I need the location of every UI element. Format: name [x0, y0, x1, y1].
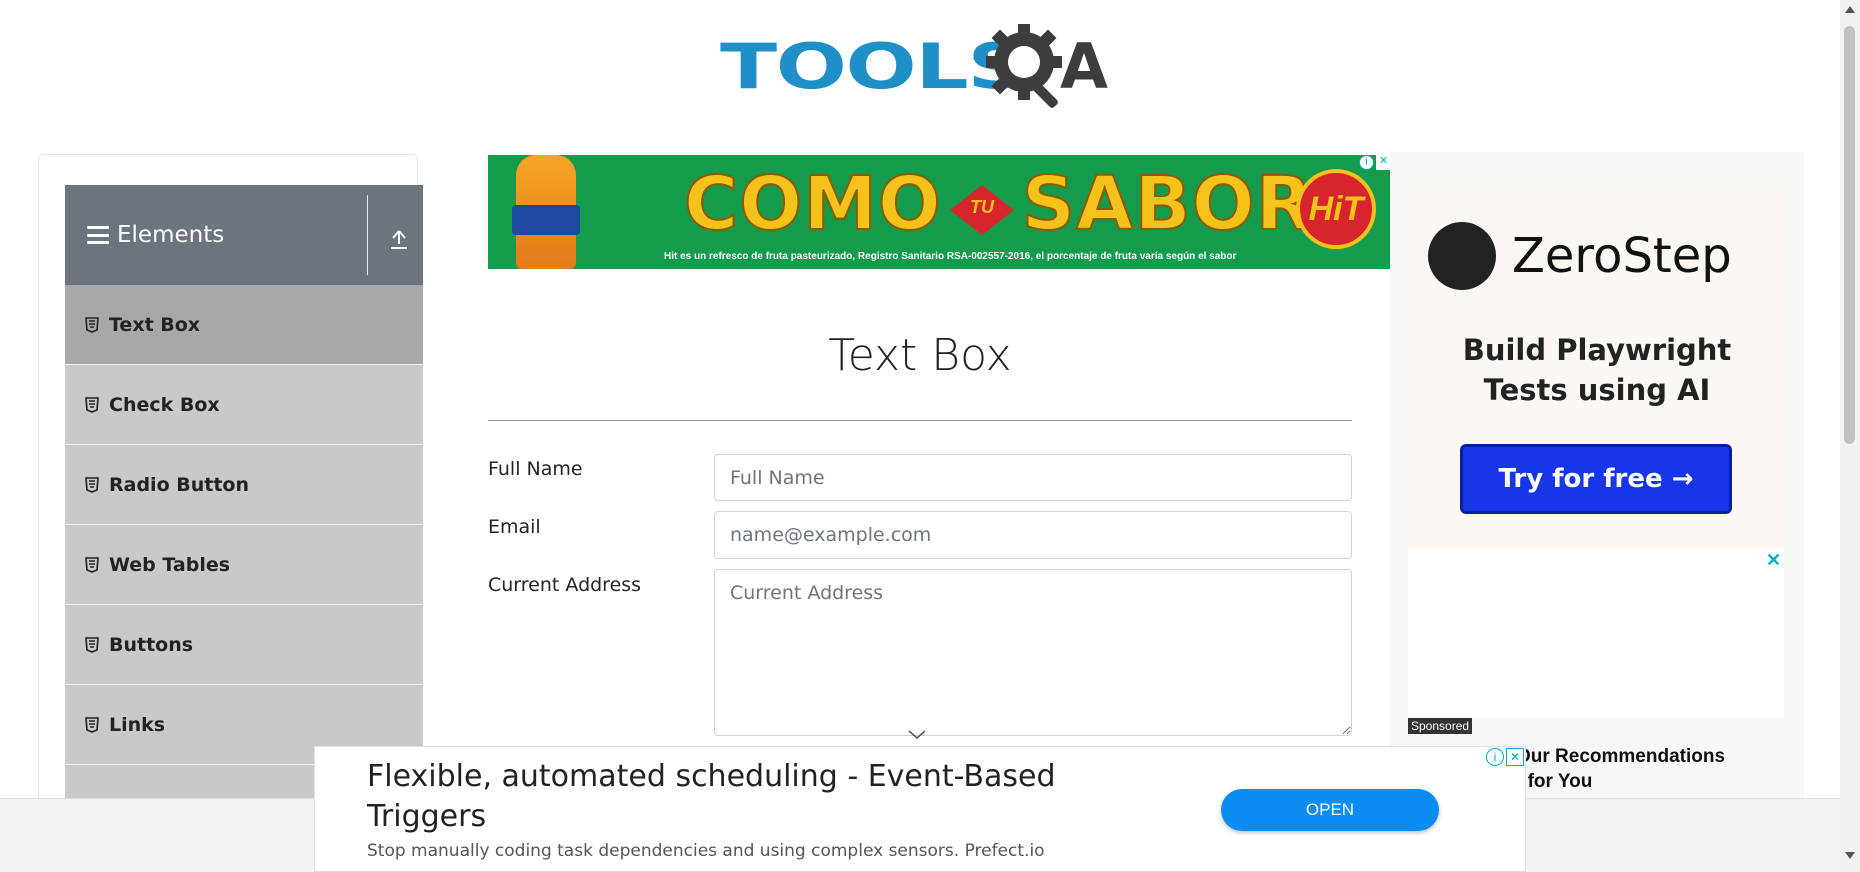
tagline-line-2: Tests using AI: [1483, 373, 1711, 407]
full-name-label: Full Name: [488, 458, 583, 480]
html5-icon: [85, 636, 99, 653]
full-name-input[interactable]: [714, 454, 1352, 501]
ad-blank-area: [1408, 548, 1784, 718]
close-icon[interactable]: ✕: [1506, 748, 1524, 766]
email-label: Email: [488, 516, 541, 538]
page: TOOLS A Elements Text Box Check Box Radi…: [0, 0, 1860, 872]
sidebar-item-buttons[interactable]: Buttons: [65, 605, 423, 685]
banner-ad[interactable]: COMO SABOR TU Hit es un refresco de fruta…: [488, 155, 1390, 269]
zerostep-tagline: Build Playwright Tests using AI: [1408, 330, 1786, 410]
bottle-label: [512, 205, 580, 235]
open-button[interactable]: OPEN: [1221, 789, 1439, 831]
sidebar-item-label: Links: [109, 713, 166, 736]
scroll-up-arrow-icon[interactable]: [1845, 6, 1855, 13]
sidebar-item-label: Radio Button: [109, 473, 249, 496]
collapse-arrow-icon[interactable]: [389, 227, 409, 251]
logo-suffix: A: [1060, 30, 1108, 103]
chevron-down-icon[interactable]: [908, 730, 926, 740]
sidebar-item-label: Buttons: [109, 633, 194, 656]
html5-icon: [85, 396, 99, 413]
bottom-ad-choices[interactable]: i ✕: [1486, 748, 1524, 766]
toolsqa-logo[interactable]: TOOLS A: [720, 18, 1124, 114]
logo-text: TOOLS: [720, 30, 1028, 103]
sidebar-item-check-box[interactable]: Check Box: [65, 365, 423, 445]
try-for-free-button[interactable]: Try for free →: [1460, 444, 1732, 514]
html5-icon: [85, 316, 99, 333]
brand-logo: HiT: [1296, 169, 1376, 249]
elements-group-header[interactable]: Elements: [65, 185, 423, 285]
sidebar-item-label: Text Box: [109, 313, 201, 336]
divider: [367, 195, 368, 275]
bottom-ad-description: Stop manually coding task dependencies a…: [367, 841, 1045, 861]
ad-choices[interactable]: i ✕: [1359, 155, 1391, 173]
zerostep-logo-icon: [1428, 222, 1496, 290]
hamburger-icon: [87, 226, 109, 244]
group-title: Elements: [117, 222, 225, 248]
current-address-label: Current Address: [488, 574, 642, 596]
sidebar-item-label: Web Tables: [109, 553, 231, 576]
html5-icon: [85, 556, 99, 573]
bottom-ad[interactable]: Flexible, automated scheduling - Event-B…: [314, 746, 1526, 872]
scroll-thumb[interactable]: [1844, 26, 1855, 444]
bottom-ad-title: Flexible, automated scheduling - Event-B…: [367, 759, 1056, 834]
sponsored-badge: Sponsored: [1408, 718, 1473, 734]
close-icon[interactable]: ✕: [1376, 155, 1391, 170]
sidebar-item-radio-button[interactable]: Radio Button: [65, 445, 423, 525]
scroll-down-arrow-icon[interactable]: [1845, 852, 1855, 859]
current-address-textarea[interactable]: [714, 569, 1352, 736]
html5-icon: [85, 716, 99, 733]
scrollbar[interactable]: [1840, 0, 1860, 872]
page-title: Text Box: [828, 330, 1012, 381]
zerostep-brand: ZeroStep: [1512, 228, 1732, 284]
info-icon[interactable]: i: [1359, 155, 1374, 170]
info-icon[interactable]: i: [1486, 748, 1504, 766]
sidebar-item-text-box[interactable]: Text Box: [65, 285, 423, 365]
sidebar-item-web-tables[interactable]: Web Tables: [65, 525, 423, 605]
banner-fine-print: Hit es un refresco de fruta pasteurizado…: [664, 251, 1237, 262]
banner-headline-right: SABOR: [1021, 160, 1314, 248]
html5-icon: [85, 476, 99, 493]
zerostep-ad-card[interactable]: ZeroStep Build Playwright Tests using AI…: [1408, 178, 1786, 550]
banner-headline-left: COMO: [683, 160, 942, 248]
email-input[interactable]: [714, 511, 1352, 559]
divider: [488, 420, 1352, 421]
sidebar-item-label: Check Box: [109, 393, 220, 416]
close-icon[interactable]: ✕: [1766, 550, 1781, 571]
tagline-line-1: Build Playwright: [1462, 333, 1732, 367]
banner-headline-mid: TU: [970, 197, 994, 217]
